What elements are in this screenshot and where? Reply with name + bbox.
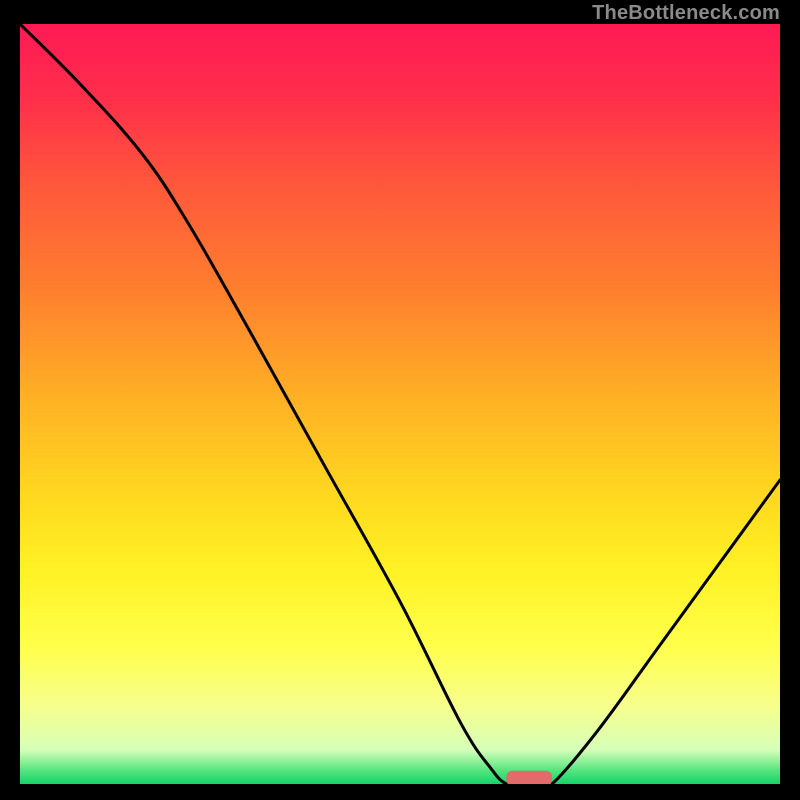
optimal-region-marker — [506, 771, 552, 784]
gradient-background — [20, 24, 780, 784]
watermark-text: TheBottleneck.com — [592, 2, 780, 25]
chart-svg — [20, 24, 780, 784]
bottleneck-plot — [20, 24, 780, 784]
chart-container: TheBottleneck.com — [0, 0, 800, 800]
